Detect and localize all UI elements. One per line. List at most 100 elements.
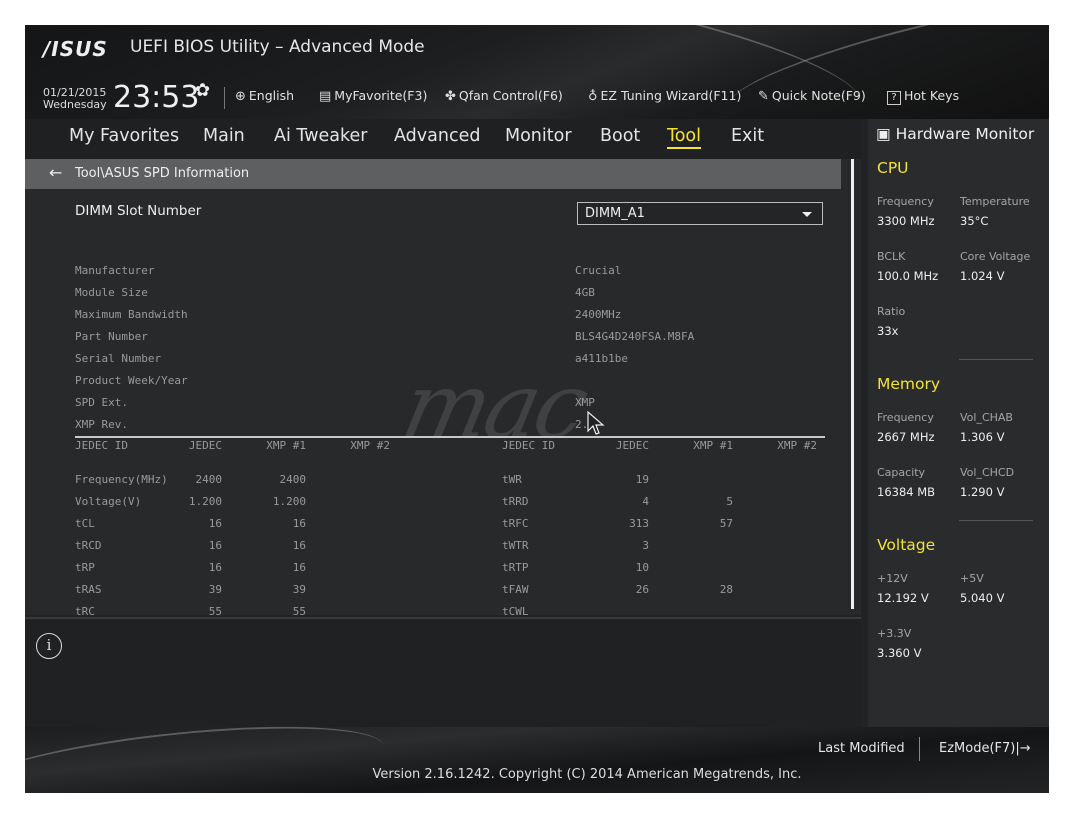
globe-icon: ⊕ [235, 89, 246, 104]
spd-info-row: XMP Rev. 2.0 [75, 418, 775, 438]
cpu-frequency-value: 3300 MHz [877, 214, 935, 228]
timing-column-header: XMP #1 [266, 439, 306, 452]
spd-info-key: Serial Number [75, 352, 162, 365]
timing-cell: 16 [208, 539, 222, 552]
timing-row-label: tWTR [502, 539, 529, 552]
ez-tuning-wizard-button[interactable]: ♁ EZ Tuning Wizard(F11) [588, 88, 741, 104]
timing-cell: 5 [726, 495, 733, 508]
timing-row-label: tRP [75, 561, 95, 574]
tab-ai-tweaker[interactable]: Ai Tweaker [274, 126, 367, 146]
spd-info-key: Product Week/Year [75, 374, 188, 387]
timing-cell: 1.200 [188, 495, 222, 508]
timing-row-label: tCL [75, 517, 95, 530]
timing-row-label: tRAS [75, 583, 102, 596]
timing-cell: 313 [629, 517, 649, 530]
qfan-label: Qfan Control(F6) [458, 88, 563, 103]
breadcrumb: ← Tool\ASUS SPD Information [25, 159, 841, 189]
gear-icon[interactable]: ✿ [195, 80, 210, 101]
spd-info-key: Manufacturer [75, 264, 155, 277]
tab-exit[interactable]: Exit [731, 126, 764, 146]
tab-advanced[interactable]: Advanced [394, 126, 480, 146]
help-panel: i [25, 617, 861, 727]
spd-info-key: SPD Ext. [75, 396, 128, 409]
spd-info-row: Part Number BLS4G4D240FSA.M8FA [75, 330, 775, 350]
timing-cell: 16 [292, 539, 306, 552]
voltage-3v3-label: +3.3V [877, 627, 912, 640]
date-display[interactable]: 01/21/2015 Wednesday [43, 87, 107, 111]
timing-column-header: XMP #1 [693, 439, 733, 452]
spd-info-value: 4GB [575, 286, 595, 299]
language-button[interactable]: ⊕ English [235, 88, 294, 104]
ezmode-label: EzMode(F7)| [939, 741, 1020, 756]
content-panel: ← Tool\ASUS SPD Information mac DIMM Slo… [25, 159, 861, 615]
ezmode-button[interactable]: EzMode(F7)|→ [939, 741, 1031, 756]
timing-column-header: JEDEC ID [75, 439, 128, 452]
spd-info-row: Module Size 4GB [75, 286, 775, 306]
dimm-slot-label: DIMM Slot Number [75, 203, 202, 219]
window-title: UEFI BIOS Utility – Advanced Mode [130, 37, 425, 57]
last-modified-button[interactable]: Last Modified [818, 741, 905, 756]
memory-vol-chab-label: Vol_CHAB [960, 411, 1013, 424]
lightbulb-icon: ♁ [588, 89, 598, 104]
timing-row-label: tFAW [502, 583, 529, 596]
spd-info-row: Maximum Bandwidth 2400MHz [75, 308, 775, 328]
spd-info-row: SPD Ext. XMP [75, 396, 775, 416]
hardware-monitor-panel: ▣ Hardware Monitor CPU Frequency Tempera… [868, 119, 1049, 727]
scrollbar[interactable] [851, 159, 854, 609]
breadcrumb-path: Tool\ASUS SPD Information [75, 166, 250, 181]
timing-row-label: Frequency(MHz) [75, 473, 168, 486]
timing-cell: 4 [642, 495, 649, 508]
cpu-bclk-value: 100.0 MHz [877, 269, 939, 283]
spd-info-value: BLS4G4D240FSA.M8FA [575, 330, 695, 343]
dimm-slot-value: DIMM_A1 [585, 206, 645, 221]
timing-cell: 28 [719, 583, 733, 596]
timing-cell: 19 [635, 473, 649, 486]
back-arrow-icon[interactable]: ← [49, 163, 62, 182]
hardware-monitor-label: Hardware Monitor [895, 125, 1035, 143]
timing-cell: 55 [208, 605, 222, 615]
cpu-core-voltage-label: Core Voltage [960, 250, 1031, 263]
timing-row-label: tRC [75, 605, 95, 615]
section-divider [959, 520, 1033, 521]
dimm-slot-select[interactable]: DIMM_A1 [577, 202, 823, 225]
hot-keys-button[interactable]: ? Hot Keys [887, 88, 959, 105]
note-icon: ✎ [758, 89, 769, 104]
tab-my-favorites[interactable]: My Favorites [69, 126, 179, 146]
myfavorite-button[interactable]: ▤ MyFavorite(F3) [319, 88, 427, 104]
cpu-temperature-value: 35°C [960, 214, 989, 228]
spd-info-row: Product Week/Year [75, 374, 775, 394]
asus-logo: /ISUS [43, 37, 108, 61]
timing-row-label: tRTP [502, 561, 529, 574]
spd-info-value: a411b1be [575, 352, 628, 365]
timing-cell: 16 [292, 561, 306, 574]
timing-column-header: XMP #2 [350, 439, 390, 452]
tab-main[interactable]: Main [203, 126, 245, 146]
timing-cell: 10 [635, 561, 649, 574]
timing-cell: 16 [292, 517, 306, 530]
spd-info-value: Crucial [575, 264, 622, 277]
tab-monitor[interactable]: Monitor [505, 126, 572, 146]
timing-column-header: JEDEC ID [502, 439, 555, 452]
memory-vol-chcd-value: 1.290 V [960, 485, 1005, 499]
memory-capacity-label: Capacity [877, 466, 926, 479]
timing-cell: 16 [208, 517, 222, 530]
timing-row-label: tWR [502, 473, 522, 486]
quick-note-label: Quick Note(F9) [771, 88, 866, 103]
tab-boot[interactable]: Boot [600, 126, 640, 146]
timing-column-header: XMP #2 [777, 439, 817, 452]
quick-note-button[interactable]: ✎ Quick Note(F9) [758, 88, 866, 104]
voltage-5v-value: 5.040 V [960, 591, 1005, 605]
tab-tool[interactable]: Tool [667, 126, 701, 149]
spd-info-row: Serial Number a411b1be [75, 352, 775, 372]
timing-row-label: tRRD [502, 495, 529, 508]
timing-cell: 16 [208, 561, 222, 574]
clock-display[interactable]: 23:53 [113, 80, 199, 115]
timing-row-label: tRCD [75, 539, 102, 552]
timing-cell: 26 [635, 583, 649, 596]
main-menu: My Favorites Main Ai Tweaker Advanced Mo… [25, 119, 861, 159]
memory-heading: Memory [877, 375, 941, 393]
qfan-control-button[interactable]: ✤ Qfan Control(F6) [445, 88, 563, 104]
language-label: English [248, 88, 295, 103]
mouse-pointer-icon [587, 411, 605, 435]
memory-capacity-value: 16384 MB [877, 485, 936, 499]
